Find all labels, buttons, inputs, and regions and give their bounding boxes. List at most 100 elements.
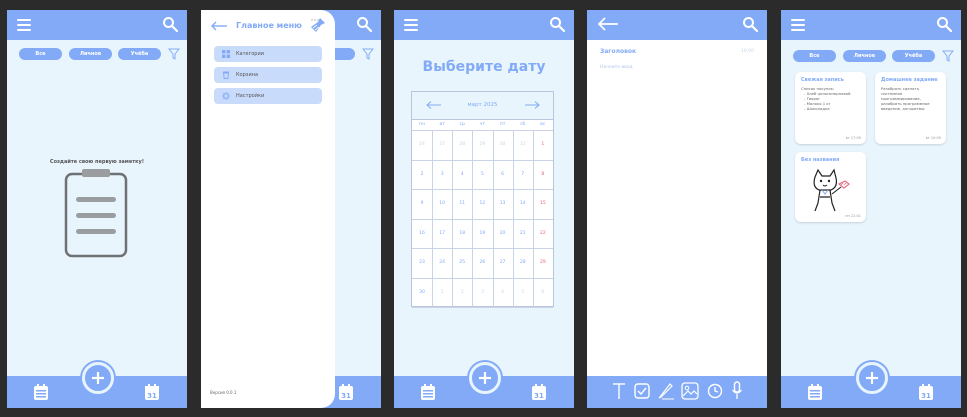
note-title-input[interactable]: Заголовок	[600, 48, 636, 55]
filter-icon[interactable]	[168, 48, 180, 60]
grid-line	[472, 130, 474, 307]
calendar-day[interactable]: 22	[533, 231, 553, 236]
calendar-day[interactable]: 19	[472, 231, 492, 236]
note-card-time: пн 22:01	[845, 214, 861, 218]
chip-personal[interactable]: Личное	[69, 48, 112, 60]
text-format-icon[interactable]	[612, 382, 626, 400]
menu-icon[interactable]	[404, 19, 418, 31]
calendar-day[interactable]: 3	[472, 290, 492, 295]
calendar-day[interactable]: 25	[452, 260, 472, 265]
calendar-day[interactable]: 1	[533, 142, 553, 147]
grid-line	[492, 130, 494, 307]
calendar-day[interactable]: 30	[412, 290, 432, 295]
calendar-day[interactable]: 14	[513, 201, 533, 206]
search-icon[interactable]	[549, 16, 565, 32]
calendar-day[interactable]: 1	[432, 290, 452, 295]
grid-line	[452, 130, 454, 307]
grid-icon	[222, 50, 230, 58]
calendar-day[interactable]: 18	[452, 231, 472, 236]
back-arrow-icon[interactable]	[210, 21, 228, 31]
calendar-icon[interactable]: 31	[338, 383, 354, 401]
calendar-day[interactable]: 20	[493, 231, 513, 236]
note-card[interactable]: Свежая запись Список покупок: - Хлеб цел…	[795, 72, 866, 144]
calendar-day[interactable]: 23	[412, 260, 432, 265]
search-icon[interactable]	[742, 16, 758, 32]
calendar-day[interactable]: 13	[493, 201, 513, 206]
calendar-day[interactable]: 27	[432, 142, 452, 147]
calendar-day[interactable]: 2	[412, 172, 432, 177]
note-card[interactable]: Домашнее задание Разобрать сделать систе…	[875, 72, 946, 144]
microphone-icon[interactable]	[731, 381, 743, 401]
search-icon[interactable]	[356, 16, 372, 32]
search-icon[interactable]	[162, 16, 178, 32]
filter-icon[interactable]	[942, 50, 954, 62]
top-app-bar	[587, 10, 767, 40]
calendar-day[interactable]: 5	[472, 172, 492, 177]
gear-icon	[222, 92, 230, 100]
calendar-day[interactable]: 30	[493, 142, 513, 147]
draw-icon[interactable]	[657, 382, 675, 400]
chip-study[interactable]: Учёба	[892, 50, 935, 62]
calendar-day[interactable]: 28	[513, 260, 533, 265]
calendar-day[interactable]: 6	[493, 172, 513, 177]
top-app-bar	[7, 10, 187, 40]
back-arrow-icon[interactable]	[597, 16, 619, 32]
calendar-day[interactable]: 31	[513, 142, 533, 147]
calendar-day[interactable]: 26	[472, 260, 492, 265]
weekday-label: сб	[520, 122, 526, 127]
search-icon[interactable]	[936, 16, 952, 32]
calendar-grid: март 2025 пн вт ср чт пт сб вс 24 27 28 29 30 31 1 2 3 4…	[411, 91, 554, 308]
calendar-day[interactable]: 27	[493, 260, 513, 265]
note-card-preview: Список покупок: - Хлеб цельнозерновой - …	[801, 86, 851, 111]
drawer-item-settings[interactable]: Настройки	[214, 88, 322, 104]
calendar-day[interactable]: 12	[472, 201, 492, 206]
calendar-day[interactable]: 11	[452, 201, 472, 206]
note-time: 10:00	[741, 49, 754, 54]
calendar-day[interactable]: 29	[472, 142, 492, 147]
calendar-day[interactable]: 21	[513, 231, 533, 236]
add-note-button[interactable]	[856, 362, 888, 394]
calendar-day[interactable]: 29	[533, 260, 553, 265]
chip-study[interactable]: Учёба	[118, 48, 161, 60]
menu-icon[interactable]	[17, 19, 31, 31]
chip-all[interactable]: Все	[19, 48, 62, 60]
calendar-day[interactable]: 16	[412, 231, 432, 236]
clock-icon[interactable]	[707, 383, 723, 399]
weekday-label: вс	[540, 122, 546, 127]
filter-icon[interactable]	[362, 48, 374, 60]
checklist-icon[interactable]	[634, 383, 650, 399]
calendar-day[interactable]: 4	[452, 172, 472, 177]
calendar-day[interactable]: 15	[533, 201, 553, 206]
notes-list-icon[interactable]	[420, 383, 436, 401]
calendar-day[interactable]: 24	[412, 142, 432, 147]
calendar-day[interactable]: 6	[533, 290, 553, 295]
calendar-icon[interactable]: 31	[144, 383, 160, 401]
calendar-day[interactable]: 2	[452, 290, 472, 295]
calendar-day[interactable]: 9	[412, 201, 432, 206]
chip-all[interactable]: Все	[793, 50, 836, 62]
calendar-day[interactable]: 3	[432, 172, 452, 177]
calendar-day[interactable]: 24	[432, 260, 452, 265]
add-note-button[interactable]	[82, 362, 114, 394]
calendar-day[interactable]: 28	[452, 142, 472, 147]
drawer-item-trash[interactable]: Корзина	[214, 67, 322, 83]
calendar-day[interactable]: 8	[533, 172, 553, 177]
next-month-arrow-icon[interactable]	[524, 101, 540, 109]
note-body-input[interactable]: Начните ввод	[600, 65, 633, 70]
calendar-icon[interactable]: 31	[918, 383, 934, 401]
notes-list-icon[interactable]	[33, 383, 49, 401]
calendar-day[interactable]: 17	[432, 231, 452, 236]
calendar-day[interactable]: 5	[513, 290, 533, 295]
note-card[interactable]: Без названия пн 22:01	[795, 152, 866, 222]
image-icon[interactable]	[681, 382, 699, 400]
drawer-item-categories[interactable]: Категории	[214, 46, 322, 62]
calendar-day[interactable]: 10	[432, 201, 452, 206]
filter-chips: Все Личное Учёба	[7, 48, 187, 64]
calendar-day[interactable]: 4	[493, 290, 513, 295]
calendar-icon[interactable]: 31	[531, 383, 547, 401]
notes-list-icon[interactable]	[807, 383, 823, 401]
add-note-button[interactable]	[469, 362, 501, 394]
chip-personal[interactable]: Личное	[843, 50, 886, 62]
calendar-day[interactable]: 7	[513, 172, 533, 177]
menu-icon[interactable]	[791, 19, 805, 31]
